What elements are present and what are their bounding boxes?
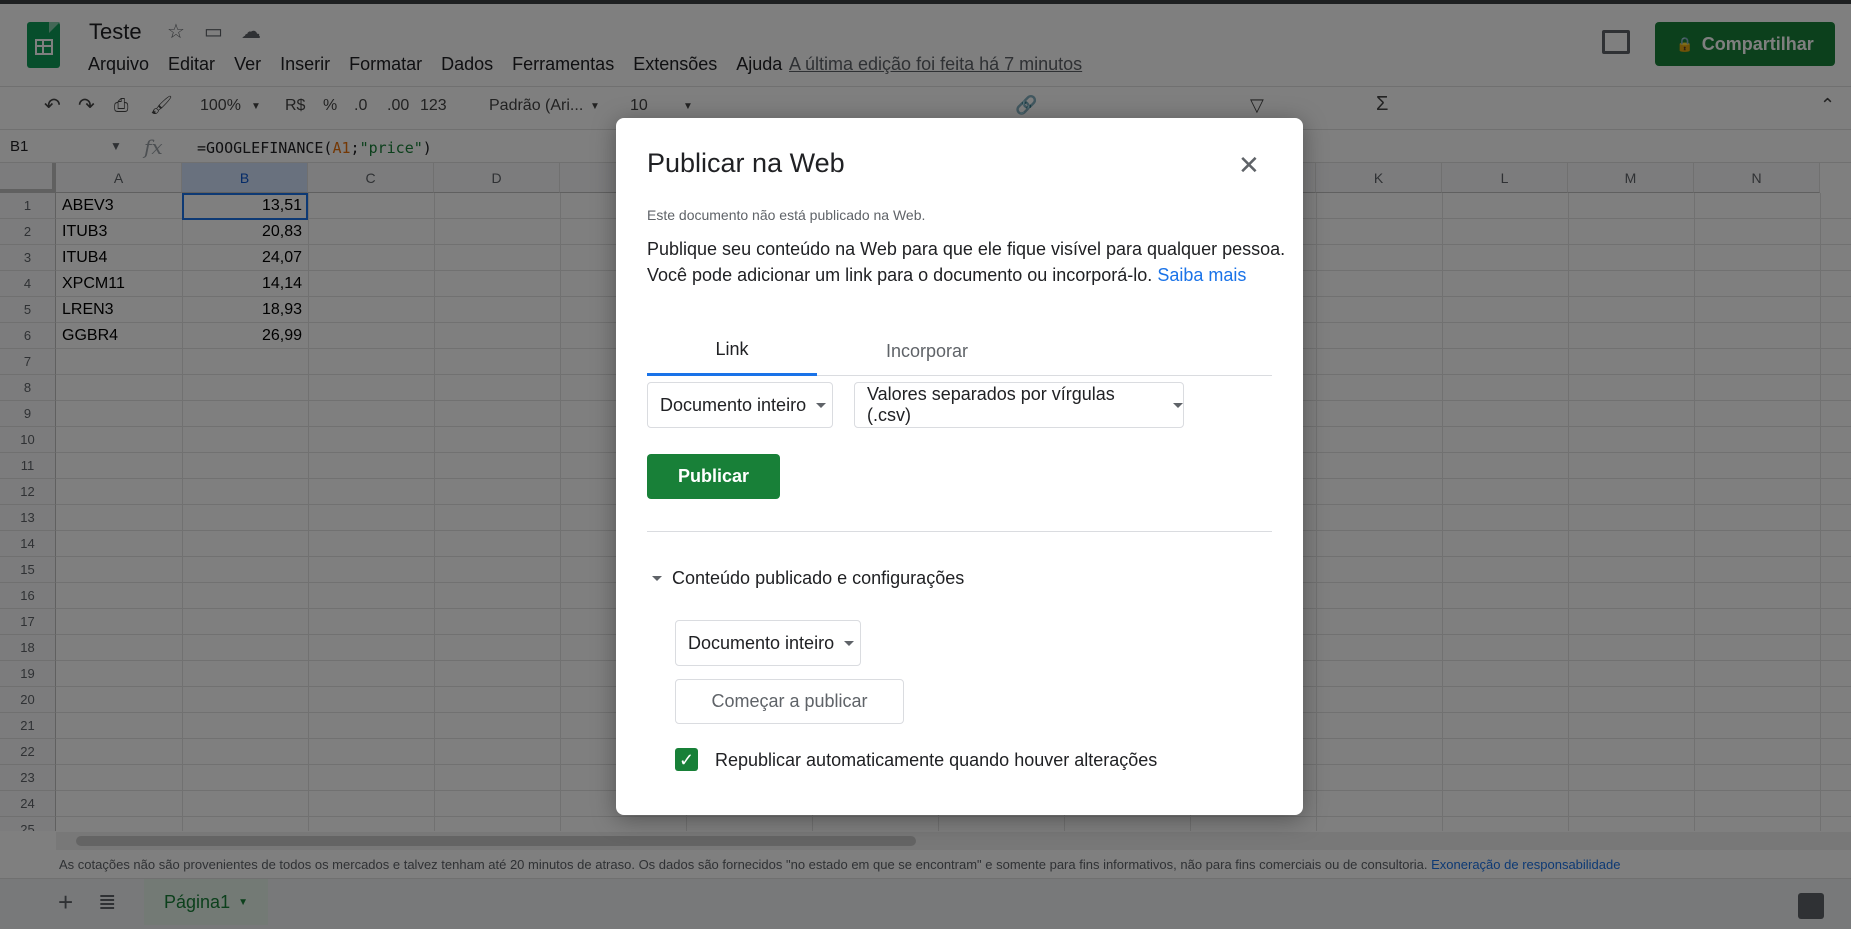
auto-republish-label[interactable]: Republicar automaticamente quando houver… xyxy=(715,750,1157,771)
auto-republish-checkbox[interactable]: ✓ xyxy=(675,748,698,771)
published-settings-toggle[interactable]: Conteúdo publicado e configurações xyxy=(652,568,964,589)
dialog-divider xyxy=(647,531,1272,532)
scope-select[interactable]: Documento inteiro xyxy=(647,382,833,428)
dialog-title: Publicar na Web xyxy=(647,148,845,178)
format-select[interactable]: Valores separados por vírgulas (.csv) xyxy=(854,382,1184,428)
published-scope-value: Documento inteiro xyxy=(688,632,835,653)
close-icon[interactable]: ✕ xyxy=(1238,152,1260,178)
chevron-down-icon xyxy=(816,402,827,408)
learn-more-link[interactable]: Saiba mais xyxy=(1157,265,1246,285)
publish-tabs: Link Incorporar xyxy=(647,326,1272,376)
publish-button[interactable]: Publicar xyxy=(647,454,780,499)
tab-link[interactable]: Link xyxy=(647,326,817,376)
chevron-down-icon xyxy=(844,640,855,646)
chevron-down-icon xyxy=(652,576,662,581)
published-scope-select[interactable]: Documento inteiro xyxy=(675,620,861,666)
tab-embed[interactable]: Incorporar xyxy=(847,326,1007,376)
chevron-down-icon xyxy=(1173,402,1183,408)
publish-dialog: Publicar na Web ✕ Este documento não est… xyxy=(616,118,1303,815)
publish-status: Este documento não está publicado na Web… xyxy=(647,207,926,223)
section-title: Conteúdo publicado e configurações xyxy=(672,568,965,588)
dialog-description: Publique seu conteúdo na Web para que el… xyxy=(647,236,1287,288)
check-icon: ✓ xyxy=(678,749,695,770)
format-select-value: Valores separados por vírgulas (.csv) xyxy=(867,384,1115,425)
scope-select-value: Documento inteiro xyxy=(660,394,807,415)
start-publishing-button[interactable]: Começar a publicar xyxy=(675,679,904,724)
